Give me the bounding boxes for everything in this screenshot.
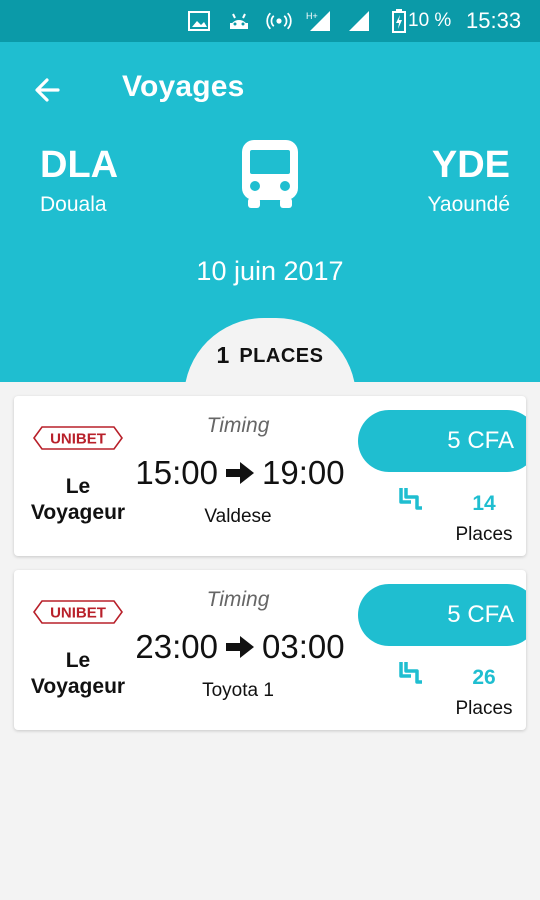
- clock: 15:33: [466, 8, 522, 33]
- origin-city: DLA Douala: [40, 144, 118, 217]
- arrow-right-icon: [226, 636, 254, 658]
- departure-time: 23:00: [135, 628, 218, 665]
- seat-icon: [399, 662, 422, 684]
- svg-text:UNIBET: UNIBET: [50, 431, 106, 448]
- signal-h-icon: H+: [306, 8, 332, 34]
- svg-text:H+: H+: [306, 11, 318, 21]
- unibet-logo: UNIBET: [33, 600, 123, 624]
- status-icons: H+: [186, 8, 412, 34]
- places-label: PLACES: [239, 345, 324, 367]
- departure-time: 15:00: [135, 454, 218, 491]
- destination-code: YDE: [431, 144, 510, 186]
- battery-percent: 10 %: [408, 10, 452, 31]
- hotspot-icon: [266, 8, 292, 34]
- trip-times: 23:00 03:00: [132, 628, 348, 666]
- origin-name: Douala: [40, 193, 107, 216]
- android-icon: [226, 8, 252, 34]
- page-title: Voyages: [122, 70, 245, 103]
- bus-icon: [238, 138, 302, 210]
- svg-text:UNIBET: UNIBET: [50, 605, 106, 622]
- trip-card[interactable]: UNIBET Le Voyageur Timing 23:00 03:00 To…: [14, 570, 526, 730]
- timing-label: Timing: [206, 414, 270, 437]
- signal-icon: [346, 8, 372, 34]
- places-count: 1: [216, 342, 230, 368]
- seats-label: Places: [455, 698, 513, 719]
- unibet-logo: UNIBET: [33, 426, 123, 450]
- origin-code: DLA: [40, 144, 119, 186]
- places-selector[interactable]: 1 PLACES: [184, 318, 356, 382]
- status-bar: H+ 10 % 15:33: [0, 0, 540, 42]
- arrow-right-icon: [226, 462, 254, 484]
- arrival-time: 03:00: [262, 628, 345, 665]
- seat-icon: [399, 488, 422, 510]
- arrival-time: 19:00: [262, 454, 345, 491]
- destination-city: YDE Yaoundé: [427, 144, 510, 217]
- vehicle-name: Toyota 1: [202, 680, 274, 701]
- seats-available: 14: [472, 492, 496, 515]
- seats-label: Places: [455, 524, 513, 545]
- operator-name: Le Voyageur: [30, 649, 126, 698]
- price-button[interactable]: 5 CFA: [358, 584, 526, 646]
- trip-header: Voyages DLA Douala YDE Yaoundé 10 juin 2…: [0, 42, 540, 382]
- timing-label: Timing: [206, 588, 270, 611]
- operator-name: Le Voyageur: [30, 475, 126, 524]
- back-arrow-icon[interactable]: [30, 72, 66, 108]
- price-button[interactable]: 5 CFA: [358, 410, 526, 472]
- trip-times: 15:00 19:00: [132, 454, 348, 492]
- vehicle-name: Valdese: [204, 506, 272, 527]
- seats-available: 26: [472, 666, 496, 689]
- trip-card[interactable]: UNIBET Le Voyageur Timing 15:00 19:00 Va…: [14, 396, 526, 556]
- destination-name: Yaoundé: [427, 193, 510, 216]
- image-icon: [186, 8, 212, 34]
- travel-date: 10 juin 2017: [196, 256, 344, 286]
